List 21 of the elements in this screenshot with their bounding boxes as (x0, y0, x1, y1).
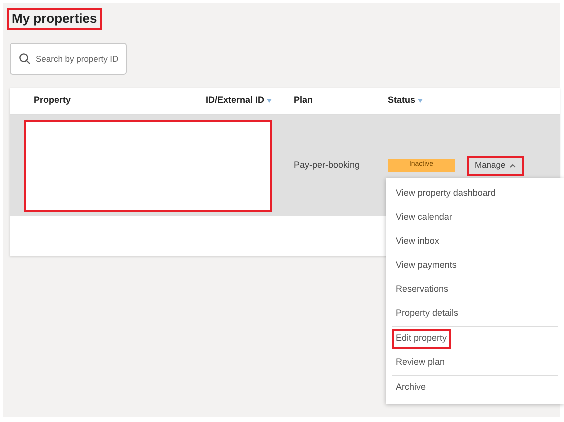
column-header: Property (34, 94, 72, 108)
menu-item[interactable]: Review plan (392, 353, 450, 373)
column-header[interactable]: Status (388, 94, 423, 108)
menu-item[interactable]: View calendar (392, 208, 456, 228)
caret-icon (510, 164, 516, 168)
page-title: My properties (7, 8, 102, 30)
search-icon (19, 53, 31, 65)
manage-button[interactable]: Manage (467, 156, 524, 176)
menu-item[interactable]: View property dashboard (392, 184, 500, 204)
menu-item[interactable]: Archive (392, 378, 430, 398)
table-cell-text: Pay-per-booking (294, 158, 362, 172)
menu-item[interactable]: Reservations (392, 280, 453, 300)
menu-item[interactable]: View payments (392, 256, 461, 276)
menu-item[interactable]: Property details (392, 304, 463, 324)
column-header[interactable]: ID/External ID (206, 94, 272, 108)
menu-item[interactable]: View inbox (392, 232, 444, 252)
search-field[interactable]: Search by property ID (10, 43, 127, 75)
column-header: Plan (294, 94, 314, 108)
sort-icon (266, 99, 272, 103)
menu-item[interactable]: Edit property (392, 329, 452, 349)
sort-icon (418, 99, 423, 103)
